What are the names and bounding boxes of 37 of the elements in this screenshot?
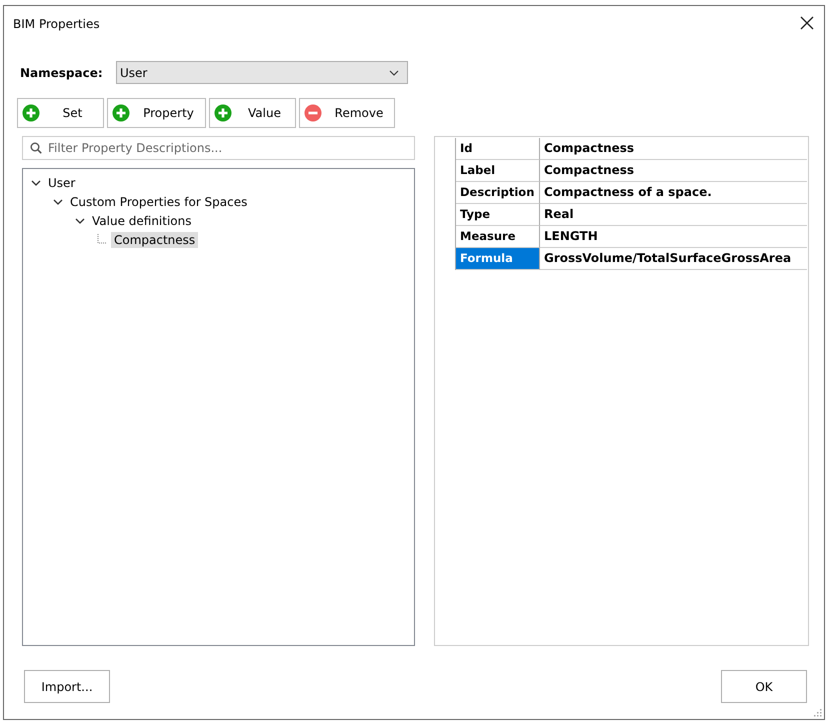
tree-item[interactable]: Compactness bbox=[111, 232, 198, 248]
property-value: Compactness of a space. bbox=[540, 182, 807, 204]
close-icon[interactable] bbox=[800, 16, 814, 30]
property-name[interactable]: Description bbox=[456, 182, 540, 204]
tree-item[interactable]: Value definitions bbox=[89, 212, 195, 228]
plus-icon bbox=[214, 104, 232, 122]
chevron-icon[interactable] bbox=[75, 216, 85, 224]
ok-button[interactable]: OK bbox=[721, 670, 807, 703]
chevron-icon[interactable] bbox=[31, 178, 41, 186]
namespace-label: Namespace: bbox=[20, 66, 104, 80]
add-button[interactable]: Value bbox=[209, 98, 296, 128]
namespace-dropdown[interactable]: User bbox=[116, 61, 408, 84]
property-name[interactable]: Id bbox=[456, 138, 540, 160]
property-value: Real bbox=[540, 204, 807, 226]
chevron-down-icon bbox=[389, 70, 399, 76]
property-value: Compactness bbox=[540, 138, 807, 160]
tree-line-icon bbox=[97, 234, 107, 246]
window-title: BIM Properties bbox=[13, 17, 100, 31]
chevron-icon[interactable] bbox=[53, 198, 63, 206]
plus-icon bbox=[112, 104, 130, 122]
property-name[interactable]: Formula bbox=[456, 248, 540, 270]
plus-icon bbox=[22, 104, 40, 122]
remove-button[interactable]: Remove bbox=[299, 98, 395, 128]
property-value: GrossVolume/TotalSurfaceGrossArea bbox=[540, 248, 807, 270]
filter-field[interactable]: Filter Property Descriptions... bbox=[22, 136, 415, 160]
tree-item[interactable]: User bbox=[45, 174, 78, 190]
add-button[interactable]: Set bbox=[17, 98, 104, 128]
tree-item[interactable]: Custom Properties for Spaces bbox=[67, 194, 250, 210]
import-button[interactable]: Import... bbox=[24, 670, 110, 703]
search-icon bbox=[30, 142, 42, 154]
minus-icon bbox=[304, 104, 322, 122]
property-value: Compactness bbox=[540, 160, 807, 182]
resize-grip-icon[interactable] bbox=[814, 709, 822, 717]
property-value: LENGTH bbox=[540, 226, 807, 248]
property-name[interactable]: Label bbox=[456, 160, 540, 182]
add-button[interactable]: Property bbox=[107, 98, 206, 128]
property-name[interactable]: Type bbox=[456, 204, 540, 226]
